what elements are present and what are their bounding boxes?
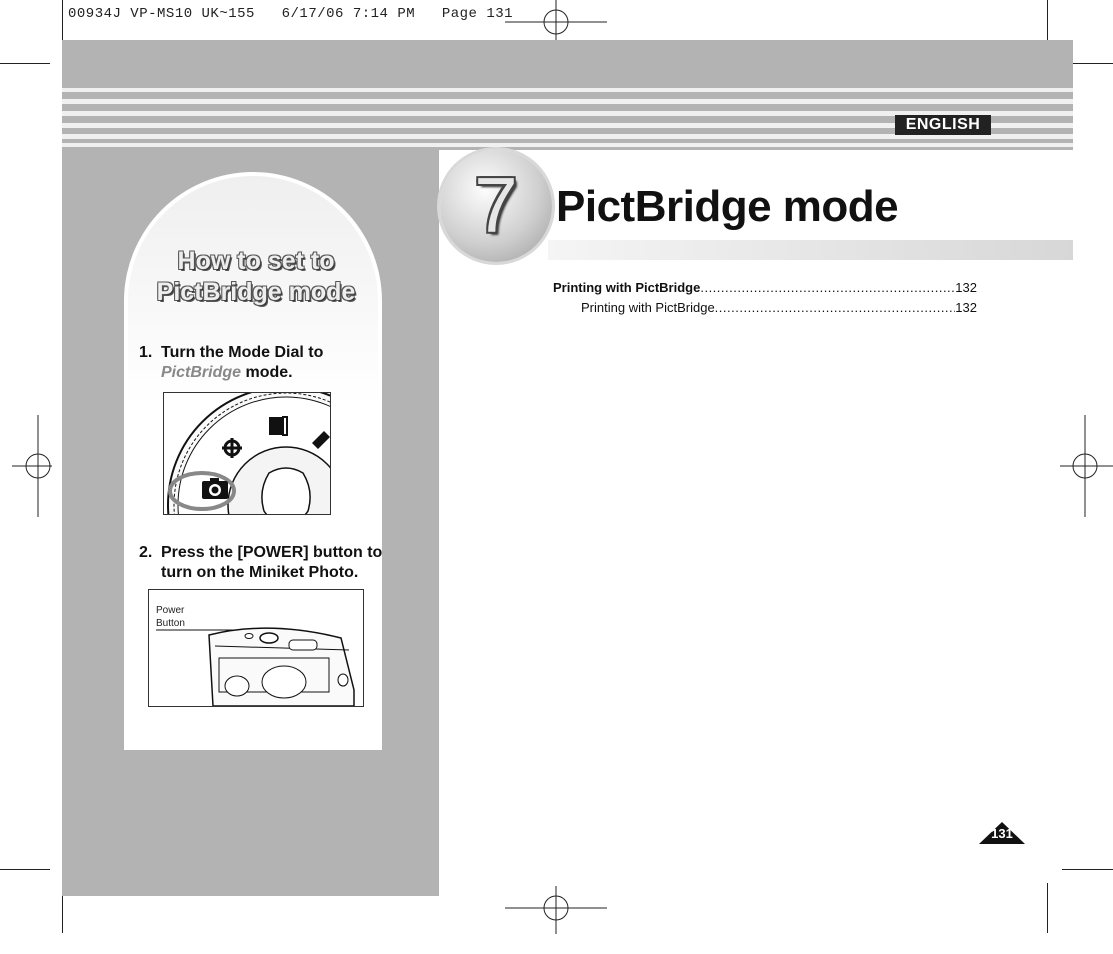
registration-mark-bottom	[505, 886, 607, 934]
step-number: 2.	[139, 544, 153, 561]
power-button-illustration: Power Button	[148, 589, 364, 707]
toc-entry[interactable]: Printing with PictBridge 132	[581, 300, 977, 316]
sidebar-title-line2: PictBridge mode	[156, 278, 356, 306]
step-number: 1.	[139, 344, 153, 361]
print-slug: 00934J VP-MS10 UK~155 6/17/06 7:14 PM Pa…	[68, 6, 514, 22]
step-text: mode.	[241, 364, 293, 381]
step-text: Press the [POWER] button to	[161, 544, 383, 561]
header-stripe	[62, 99, 1073, 104]
page-number-badge: 131	[979, 821, 1025, 845]
step-1: 1. Turn the Mode Dial to PictBridge mode.	[139, 343, 379, 383]
sidebar-title-line1: How to set to	[177, 247, 335, 275]
step-2: 2. Press the [POWER] button to turn on th…	[139, 543, 384, 583]
toc-leader	[700, 280, 955, 296]
toc-leader	[715, 300, 956, 316]
step-text: Turn the Mode Dial to	[161, 344, 324, 361]
crop-mark-bottom-right-v	[1047, 883, 1048, 933]
crop-mark-bottom-left-h	[0, 869, 50, 870]
registration-mark-left	[12, 415, 52, 517]
toc-entry-page: 132	[955, 300, 977, 315]
page-title: PictBridge mode	[556, 182, 899, 231]
camera-icon	[202, 478, 228, 499]
crop-mark-bottom-right-h	[1062, 869, 1113, 870]
step-text: turn on the Miniket Photo.	[161, 564, 359, 581]
toc-entry[interactable]: Printing with PictBridge 132	[553, 280, 977, 296]
toc-entry-label: Printing with PictBridge	[553, 280, 701, 295]
page-number: 131	[991, 826, 1013, 841]
crop-mark-top-left-h	[0, 63, 50, 64]
toc-entry-label: Printing with PictBridge	[581, 300, 715, 315]
title-underline-bar	[548, 240, 1073, 260]
chapter-number: 7	[474, 161, 518, 249]
registration-mark-top	[505, 0, 607, 44]
mode-dial-drawing	[167, 393, 330, 514]
registration-mark-right	[1060, 415, 1113, 517]
language-badge: ENGLISH	[895, 115, 991, 135]
mode-dial-illustration	[163, 392, 331, 515]
toc-entry-page: 132	[955, 280, 977, 295]
sidebar-title: How to set to PictBridge mode	[128, 246, 384, 308]
header-stripe	[62, 143, 1073, 147]
header-stripe	[62, 88, 1073, 92]
chapter-number-badge: 7	[440, 150, 552, 262]
camera-top-drawing	[156, 627, 355, 706]
mode-name-emphasis: PictBridge	[161, 364, 242, 381]
